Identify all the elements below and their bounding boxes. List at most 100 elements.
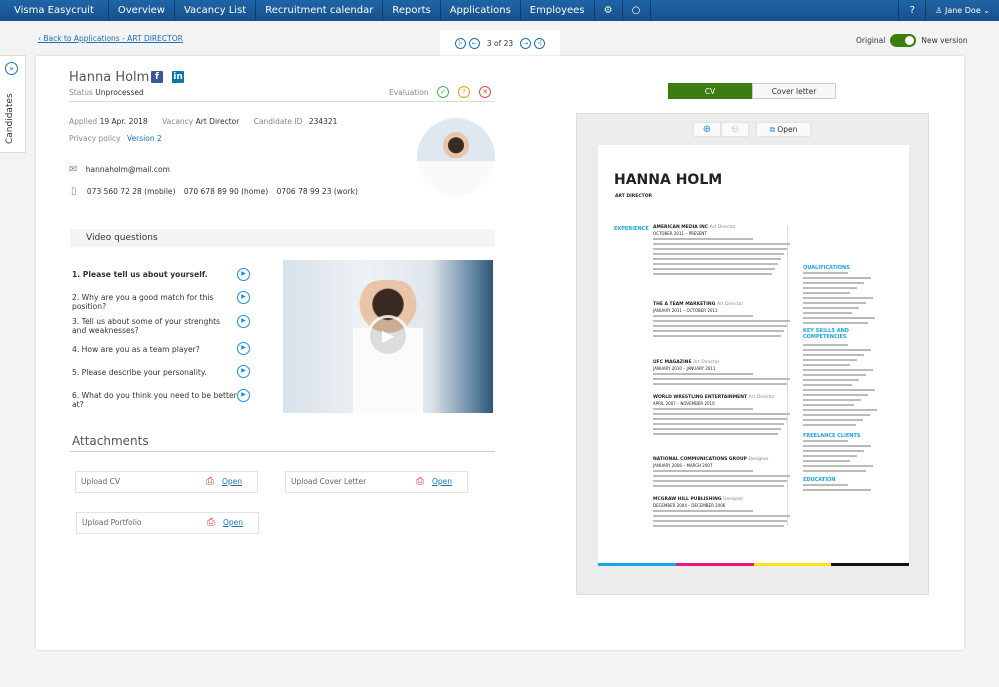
next-icon[interactable]: →	[520, 37, 532, 49]
candidates-panel-tab[interactable]: » Candidates	[0, 55, 26, 153]
open-document-button[interactable]: ⧉ Open	[756, 122, 811, 137]
gear-icon[interactable]: ⚙	[595, 0, 623, 21]
cv-job-dates: JANUARY 2010 – JANUARY 2011	[653, 366, 716, 371]
document-tabs: CV Cover letter	[668, 83, 836, 99]
candidate-id-value: 234321	[308, 117, 338, 126]
cv-text-line	[803, 394, 868, 396]
cv-job-company: THE A TEAM MARKETING	[653, 302, 716, 307]
play-icon[interactable]: ▶	[237, 268, 250, 281]
cv-text-line	[803, 292, 850, 294]
cv-name: HANNA HOLM	[614, 172, 723, 188]
status-value: Unprocessed	[95, 88, 144, 97]
help-icon[interactable]: ?	[898, 0, 927, 21]
cv-text-line	[653, 485, 784, 487]
cv-job: AMERICAN MEDIA INC Art Director	[653, 225, 736, 230]
candidate-name: Hanna Holm	[69, 70, 150, 85]
cv-job-dates: DECEMBER 2004 – DECEMBER 2006	[653, 503, 726, 508]
cv-text-line	[653, 510, 753, 512]
back-link[interactable]: ‹ Back to Applications - ART DIRECTOR	[38, 34, 183, 43]
open-cv-link[interactable]: Open	[222, 472, 242, 492]
brand-logo[interactable]: Visma Easycruit	[0, 0, 109, 21]
attachments-title: Attachments	[72, 434, 149, 448]
last-icon[interactable]: ›|	[534, 37, 546, 49]
user-menu[interactable]: ♙ Jane Doe ⌄	[926, 0, 999, 21]
approve-icon[interactable]: ✓	[437, 86, 449, 98]
cv-text-line	[803, 379, 859, 381]
prev-icon[interactable]: ←	[468, 37, 480, 49]
nav-vacancy-list[interactable]: Vacancy List	[175, 0, 257, 21]
play-icon[interactable]: ▶	[237, 342, 250, 355]
cv-job: MCGRAW HILL PUBLISHING Designer	[653, 497, 743, 502]
question-2[interactable]: 2. Why are you a good match for this pos…	[72, 293, 237, 311]
question-3[interactable]: 3. Tell us about some of your strenghts …	[72, 317, 232, 335]
cv-text-line	[803, 399, 861, 401]
vacancy-label: Vacancy	[162, 117, 194, 126]
cv-text-line	[803, 317, 875, 319]
cv-text-line	[653, 418, 787, 420]
play-icon[interactable]: ▶	[237, 389, 250, 402]
cv-text-line	[803, 460, 850, 462]
cv-text-line	[653, 475, 790, 477]
cv-text-line	[653, 273, 772, 275]
cv-text-line	[803, 424, 856, 426]
search-icon[interactable]: ○	[623, 0, 651, 21]
cv-text-line	[653, 383, 787, 385]
zoom-out-icon[interactable]: ⊖	[721, 122, 749, 137]
cv-text-line	[803, 484, 848, 486]
play-icon[interactable]: ▶	[237, 365, 250, 378]
version-toggle: Original New version	[856, 34, 968, 47]
video-player[interactable]: ▶	[283, 260, 493, 413]
candidate-photo	[417, 118, 495, 196]
status-label: Status	[69, 88, 93, 97]
back-link-label: Back to Applications - ART DIRECTOR	[43, 34, 183, 43]
cv-text-line	[803, 450, 864, 452]
first-icon[interactable]: |‹	[454, 37, 466, 49]
version-switch[interactable]	[890, 34, 917, 47]
attachment-cover-letter: Upload Cover Letter ⎙ Open	[285, 471, 468, 493]
privacy-version-link[interactable]: Version 2	[127, 134, 162, 143]
nav-recruitment-calendar[interactable]: Recruitment calendar	[256, 0, 384, 21]
cv-job-dates: JANUARY 2006 – MARCH 2007	[653, 463, 713, 468]
open-cover-letter-link[interactable]: Open	[432, 472, 452, 492]
cv-text-line	[653, 325, 787, 327]
cv-text-line	[803, 282, 864, 284]
attachment-portfolio: Upload Portfolio ⎙ Open	[76, 512, 259, 534]
tab-cv[interactable]: CV	[668, 83, 752, 99]
cv-job: UFC MAGAZINE Art Director	[653, 360, 719, 365]
cv-text-line	[653, 433, 778, 435]
cv-job-role: Art Director	[693, 360, 720, 365]
tab-cover-letter[interactable]: Cover letter	[752, 83, 836, 99]
play-icon[interactable]: ▶	[237, 291, 250, 304]
email-value[interactable]: hannaholm@mail.com	[86, 165, 170, 174]
nav-applications[interactable]: Applications	[441, 0, 521, 21]
cv-text-line	[653, 378, 790, 380]
maybe-icon[interactable]: ?	[458, 86, 470, 98]
nav-overview[interactable]: Overview	[109, 0, 175, 21]
cv-job-role: Art Director	[709, 225, 736, 230]
question-4[interactable]: 4. How are you as a team player?	[72, 345, 232, 354]
cv-text-line	[653, 373, 753, 375]
facebook-icon[interactable]: f	[151, 71, 163, 83]
cv-job-dates: OCTOBER 2011 – PRESENT	[653, 231, 707, 236]
expand-icon[interactable]: »	[5, 62, 18, 75]
cv-text-line	[653, 330, 784, 332]
toggle-label-new: New version	[921, 36, 968, 45]
play-icon[interactable]: ▶	[237, 315, 250, 328]
pdf-icon: ⎙	[416, 476, 424, 487]
evaluation-label: Evaluation	[389, 88, 429, 97]
video-play-icon[interactable]: ▶	[367, 315, 409, 357]
zoom-in-icon[interactable]: ⊕	[693, 122, 721, 137]
cv-text-line	[653, 480, 787, 482]
question-1[interactable]: 1. Please tell us about yourself.	[72, 270, 232, 279]
nav-employees[interactable]: Employees	[521, 0, 595, 21]
linkedin-icon[interactable]: in	[172, 71, 184, 83]
question-5[interactable]: 5. Please describe your personality.	[72, 368, 232, 377]
open-portfolio-link[interactable]: Open	[223, 513, 243, 533]
attachment-label: Upload Portfolio	[82, 518, 142, 527]
nav-reports[interactable]: Reports	[383, 0, 441, 21]
question-6[interactable]: 6. What do you think you need to be bett…	[72, 391, 237, 409]
reject-icon[interactable]: ✕	[479, 86, 491, 98]
pager: |‹ ← 3 of 23 → ›|	[440, 30, 560, 56]
cv-text-line	[803, 359, 857, 361]
cv-text-line	[653, 320, 790, 322]
